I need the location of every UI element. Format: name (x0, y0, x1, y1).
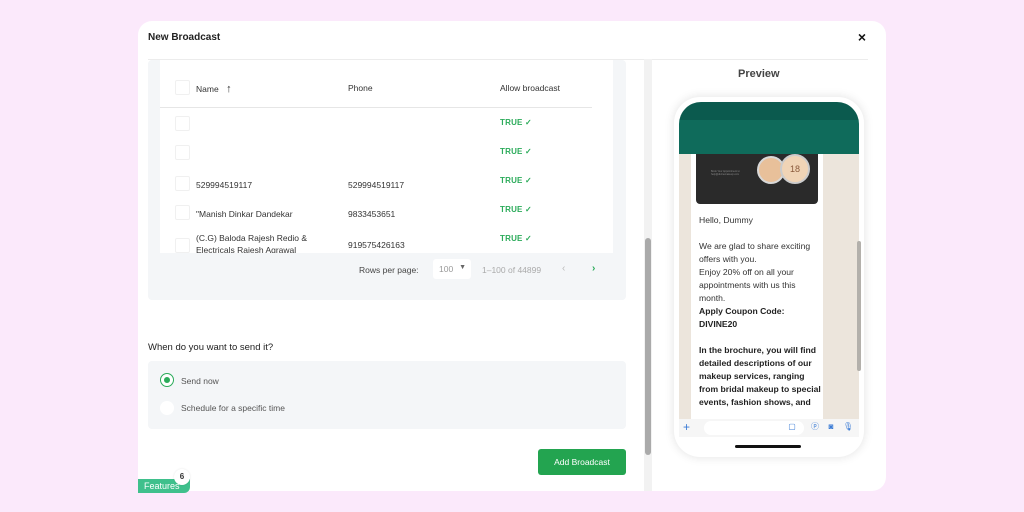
plus-icon[interactable]: + (683, 420, 690, 434)
row-checkbox[interactable] (175, 176, 190, 191)
check-icon: ✓ (525, 176, 532, 185)
camera-icon[interactable]: ◙ (826, 422, 836, 432)
previous-page-icon[interactable]: ‹ (562, 263, 565, 274)
row-checkbox[interactable] (175, 205, 190, 220)
row-name: (C.G) Baloda Rajesh Redio & Electricals … (196, 233, 308, 253)
microphone-icon[interactable]: 🎙︎ (843, 422, 853, 432)
send-now-label[interactable]: Send now (181, 376, 219, 386)
check-icon: ✓ (525, 147, 532, 156)
column-header-phone[interactable]: Phone (348, 83, 373, 93)
table-row[interactable]: 529994519117 529994519117 TRUE ✓ (160, 168, 592, 197)
chat-background: Book Your Appointment to help@divinemake… (679, 154, 861, 419)
column-header-name[interactable]: Name ↑ (196, 83, 232, 95)
pagination: Rows per page: 100 ▼ 1–100 of 44899 ‹ › (148, 259, 626, 281)
form-scrollbar-thumb[interactable] (645, 238, 651, 455)
rows-per-page-select[interactable]: 100 ▼ (433, 259, 471, 279)
modal-header: New Broadcast × (138, 21, 886, 59)
caret-down-icon: ▼ (459, 264, 466, 271)
contacts-table: Name ↑ Phone Allow broadcast TRUE ✓ TRUE… (160, 60, 613, 253)
row-phone: 9833453651 (348, 209, 396, 219)
row-checkbox[interactable] (175, 116, 190, 131)
table-row[interactable]: (C.G) Baloda Rajesh Redio & Electricals … (160, 226, 592, 253)
close-icon[interactable]: × (854, 29, 870, 45)
chat-input-bar: + ▢ ⓟ ◙ 🎙︎ (679, 419, 859, 437)
preview-title: Preview (738, 68, 780, 80)
next-page-icon[interactable]: › (592, 263, 595, 274)
modal-title: New Broadcast (148, 32, 221, 43)
add-broadcast-button[interactable]: Add Broadcast (538, 449, 626, 475)
payment-icon[interactable]: ⓟ (810, 422, 820, 432)
sort-ascending-icon[interactable]: ↑ (226, 83, 232, 95)
check-icon: ✓ (525, 234, 532, 243)
new-broadcast-modal: New Broadcast × Name ↑ Phone Allow broad… (138, 21, 886, 491)
schedule-radio[interactable] (160, 401, 174, 415)
message-bubble: Book Your Appointment to help@divinemake… (691, 154, 823, 419)
check-icon: ✓ (525, 205, 532, 214)
row-name: "Manish Dinkar Dandekar (196, 209, 293, 219)
row-checkbox[interactable] (175, 238, 190, 253)
contacts-table-card: Name ↑ Phone Allow broadcast TRUE ✓ TRUE… (148, 60, 626, 300)
send-now-radio[interactable] (160, 373, 174, 387)
table-row[interactable]: "Manish Dinkar Dandekar 9833453651 TRUE … (160, 197, 592, 226)
home-indicator (735, 445, 801, 448)
allow-broadcast-status: TRUE ✓ (500, 118, 532, 127)
features-count-badge: 6 (174, 469, 190, 485)
table-header: Name ↑ Phone Allow broadcast (160, 73, 592, 108)
allow-broadcast-status: TRUE ✓ (500, 234, 532, 243)
chat-scrollbar[interactable] (857, 241, 861, 371)
message-media-image: Book Your Appointment to help@divinemake… (696, 154, 818, 204)
whatsapp-header (679, 102, 859, 154)
media-badge-circle: 18 (780, 154, 810, 184)
phone-preview: Book Your Appointment to help@divinemake… (674, 97, 864, 457)
send-time-options: Send now Schedule for a specific time (148, 361, 626, 429)
allow-broadcast-status: TRUE ✓ (500, 147, 532, 156)
row-phone: 919575426163 (348, 240, 405, 250)
row-name: 529994519117 (196, 180, 253, 190)
pagination-range: 1–100 of 44899 (482, 265, 542, 275)
table-row[interactable]: TRUE ✓ (160, 110, 592, 139)
rows-per-page-label: Rows per page: (359, 265, 419, 275)
column-header-allow-broadcast[interactable]: Allow broadcast (500, 83, 560, 93)
select-all-checkbox[interactable] (175, 80, 190, 95)
send-time-question: When do you want to send it? (148, 342, 274, 353)
check-icon: ✓ (525, 118, 532, 127)
broadcast-form: Name ↑ Phone Allow broadcast TRUE ✓ TRUE… (148, 60, 626, 491)
row-checkbox[interactable] (175, 145, 190, 160)
sticker-icon[interactable]: ▢ (787, 422, 797, 432)
allow-broadcast-status: TRUE ✓ (500, 205, 532, 214)
message-text: Hello, Dummy We are glad to share exciti… (699, 215, 823, 407)
row-phone: 529994519117 (348, 180, 405, 190)
media-caption: Book Your Appointment to help@divinemake… (711, 170, 740, 176)
allow-broadcast-status: TRUE ✓ (500, 176, 532, 185)
table-row[interactable]: TRUE ✓ (160, 139, 592, 168)
schedule-label[interactable]: Schedule for a specific time (181, 403, 285, 413)
